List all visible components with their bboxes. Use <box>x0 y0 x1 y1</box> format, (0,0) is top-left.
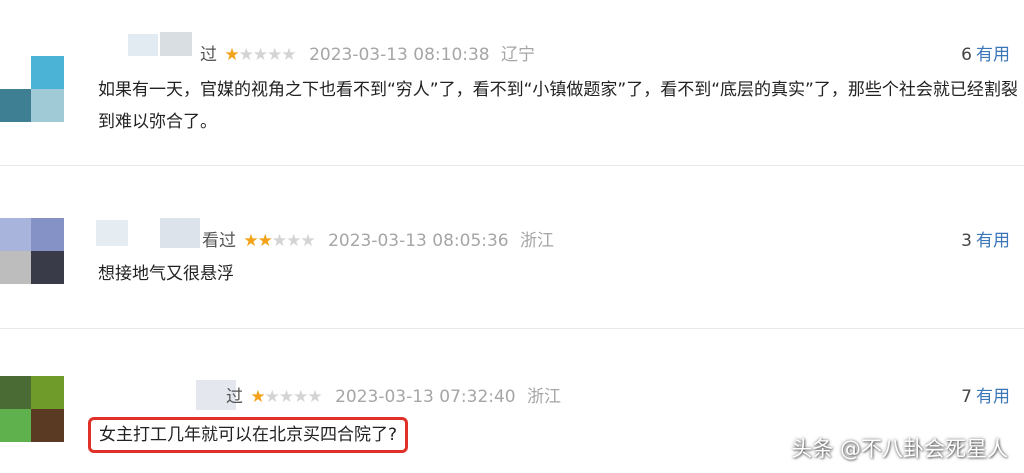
avatar-tile <box>31 409 64 442</box>
avatar[interactable] <box>0 376 64 442</box>
avatar[interactable] <box>0 218 64 284</box>
star-rating: ★★★★★ <box>243 231 315 251</box>
comment-location: 浙江 <box>527 387 562 407</box>
watch-status: 过 <box>226 387 243 407</box>
divider <box>0 328 1024 329</box>
star-empty-icon: ★ <box>293 387 308 407</box>
watch-status: 看过 <box>202 231 236 251</box>
star-empty-icon: ★ <box>278 387 294 407</box>
avatar-tile <box>31 56 64 89</box>
comment-text: 想接地气又很悬浮 <box>98 264 234 284</box>
star-filled-icon: ★ <box>257 231 273 251</box>
avatar[interactable] <box>0 56 64 122</box>
useful-count: 6 <box>961 45 972 65</box>
star-empty-icon: ★ <box>271 231 287 251</box>
comment-location: 辽宁 <box>501 45 536 65</box>
avatar-tile <box>0 89 31 122</box>
star-filled-icon: ★ <box>243 231 258 251</box>
star-rating: ★★★★★ <box>250 387 322 407</box>
avatar-tile <box>31 251 64 284</box>
star-empty-icon: ★ <box>238 45 254 65</box>
divider <box>0 165 1024 166</box>
comment-meta: 过 ★★★★★ 2023-03-13 08:10:38 辽宁 <box>200 40 535 65</box>
username-blur <box>160 218 200 248</box>
comment-meta: 看过 ★★★★★ 2023-03-13 08:05:36 浙江 <box>202 226 554 251</box>
useful-count: 7 <box>961 387 972 407</box>
username-blur <box>128 34 158 56</box>
useful-vote[interactable]: 7 有用 <box>961 382 1010 407</box>
avatar-tile <box>0 376 31 409</box>
star-empty-icon: ★ <box>281 45 296 65</box>
avatar-tile <box>31 218 64 251</box>
star-empty-icon: ★ <box>252 45 268 65</box>
star-empty-icon: ★ <box>286 231 301 251</box>
star-empty-icon: ★ <box>267 45 282 65</box>
comment-date: 2023-03-13 07:32:40 <box>335 387 516 407</box>
avatar-tile <box>0 409 31 442</box>
star-rating: ★★★★★ <box>224 45 296 65</box>
highlighted-comment-text: 女主打工几年就可以在北京买四合院了? <box>88 417 409 453</box>
watch-status: 过 <box>200 45 217 65</box>
username-blur <box>160 32 192 56</box>
useful-button[interactable]: 有用 <box>976 231 1010 251</box>
comment-item: 过 ★★★★★ 2023-03-13 08:10:38 辽宁 6 有用 如果有一天… <box>0 0 1024 158</box>
comment-meta: 过 ★★★★★ 2023-03-13 07:32:40 浙江 <box>226 382 561 407</box>
useful-vote[interactable]: 6 有用 <box>961 40 1010 65</box>
avatar-tile <box>0 218 31 251</box>
comment-text: 如果有一天，官媒的视角之下也看不到“穷人”了，看不到“小镇做题家”了，看不到“底… <box>98 80 1018 132</box>
comment-date: 2023-03-13 08:05:36 <box>328 231 509 251</box>
avatar-tile <box>31 376 64 409</box>
avatar-tile <box>0 56 31 89</box>
useful-vote[interactable]: 3 有用 <box>961 226 1010 251</box>
star-filled-icon: ★ <box>250 387 265 407</box>
avatar-tile <box>31 89 64 122</box>
avatar-tile <box>0 251 31 284</box>
star-filled-icon: ★ <box>224 45 239 65</box>
comment-date: 2023-03-13 08:10:38 <box>309 45 490 65</box>
comment-location: 浙江 <box>520 231 555 251</box>
useful-button[interactable]: 有用 <box>976 387 1010 407</box>
username-blur <box>96 220 128 246</box>
star-empty-icon: ★ <box>264 387 280 407</box>
useful-count: 3 <box>961 231 972 251</box>
watermark: 头条 @不八卦会死星人 <box>791 437 1008 461</box>
useful-button[interactable]: 有用 <box>976 45 1010 65</box>
star-empty-icon: ★ <box>307 387 322 407</box>
comment-item: 看过 ★★★★★ 2023-03-13 08:05:36 浙江 3 有用 想接地气… <box>0 172 1024 322</box>
star-empty-icon: ★ <box>300 231 315 251</box>
